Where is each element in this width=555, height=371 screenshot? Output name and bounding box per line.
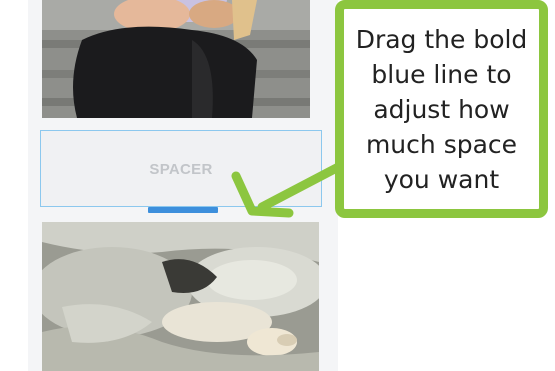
- instruction-callout: Drag the bold blue line to adjust how mu…: [335, 0, 548, 218]
- callout-line: blue line to: [371, 59, 512, 89]
- callout-line: much space: [365, 129, 518, 159]
- callout-line: Drag the bold: [355, 24, 528, 54]
- callout-text: Drag the bold blue line to adjust how mu…: [356, 22, 528, 197]
- callout-line: you want: [383, 164, 500, 194]
- callout-line: adjust how: [373, 94, 510, 124]
